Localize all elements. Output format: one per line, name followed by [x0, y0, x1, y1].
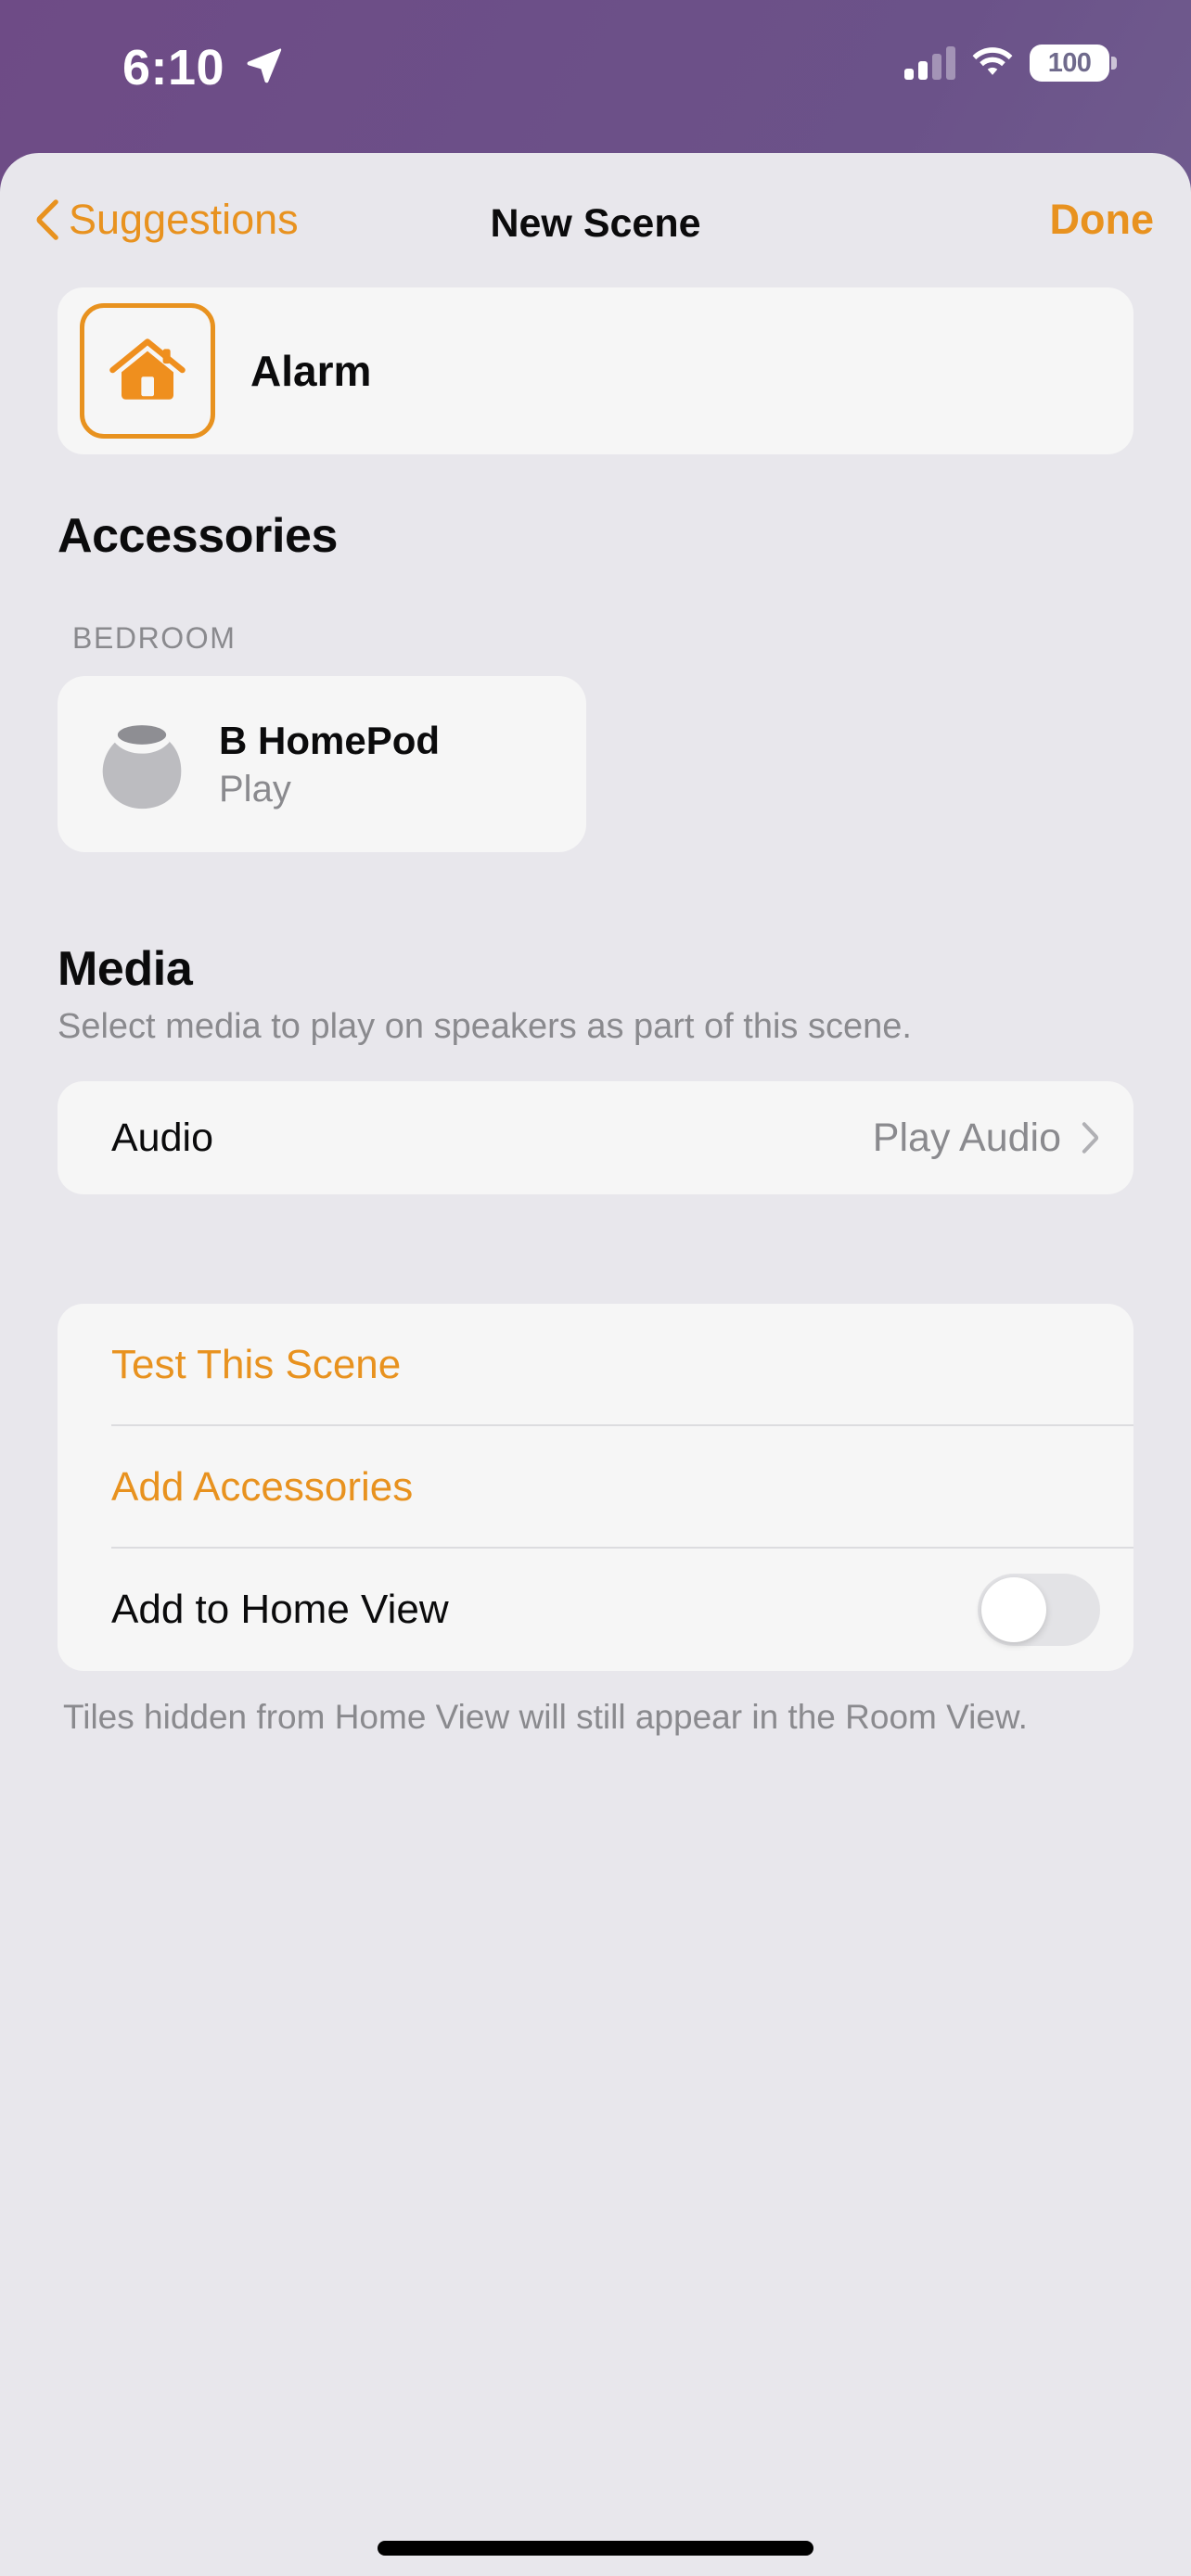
navigation-bar: Suggestions New Scene Done: [0, 153, 1191, 287]
actions-card: Test This Scene Add Accessories Add to H…: [58, 1304, 1133, 1672]
scene-icon-button[interactable]: [80, 303, 215, 439]
scene-name-value: Alarm: [250, 347, 372, 395]
status-bar-indicators: 100: [904, 45, 1117, 82]
accessory-state: Play: [219, 768, 291, 810]
add-to-home-view-toggle[interactable]: [978, 1574, 1100, 1647]
status-bar: 6:10 100: [0, 0, 1191, 156]
battery-percent: 100: [1047, 47, 1092, 78]
add-accessories-button[interactable]: Add Accessories: [58, 1426, 1133, 1549]
media-card: Audio Play Audio: [58, 1081, 1133, 1195]
add-to-home-view-label: Add to Home View: [111, 1587, 449, 1633]
accessory-tile-b-homepod[interactable]: B HomePod Play: [58, 676, 586, 852]
done-button[interactable]: Done: [1050, 196, 1155, 244]
page-title: New Scene: [490, 201, 701, 246]
audio-row-label: Audio: [111, 1115, 213, 1160]
accessory-name: B HomePod: [219, 718, 441, 762]
wifi-icon: [972, 47, 1013, 75]
room-group-label: BEDROOM: [72, 621, 237, 655]
home-indicator: [378, 2541, 813, 2556]
accessories-heading: Accessories: [58, 509, 339, 563]
scene-editor-sheet: Suggestions New Scene Done Alarm Accesso…: [0, 153, 1191, 2576]
scene-name-row[interactable]: Alarm: [58, 287, 1133, 454]
add-to-home-view-row[interactable]: Add to Home View: [58, 1549, 1133, 1671]
scene-name-card[interactable]: Alarm: [58, 287, 1133, 454]
media-heading: Media: [58, 942, 193, 996]
media-subtitle: Select media to play on speakers as part…: [58, 1007, 912, 1046]
audio-row-value-group: Play Audio: [873, 1116, 1100, 1161]
accessory-text: B HomePod Play: [219, 719, 440, 810]
house-icon: [109, 338, 186, 400]
chevron-right-icon: [1082, 1122, 1099, 1154]
toggle-knob: [981, 1577, 1046, 1643]
homepod-icon: [102, 725, 182, 810]
battery-full-icon: 100: [1030, 45, 1117, 82]
add-accessories-label: Add Accessories: [111, 1464, 414, 1511]
status-bar-time: 6:10: [122, 40, 225, 96]
actions-footnote: Tiles hidden from Home View will still a…: [63, 1698, 1028, 1737]
test-this-scene-label: Test This Scene: [111, 1342, 402, 1388]
test-this-scene-button[interactable]: Test This Scene: [58, 1304, 1133, 1427]
audio-row[interactable]: Audio Play Audio: [58, 1081, 1133, 1194]
cellular-signal-icon: [904, 46, 955, 80]
location-arrow-icon: [247, 48, 282, 83]
audio-row-value: Play Audio: [872, 1115, 1061, 1160]
